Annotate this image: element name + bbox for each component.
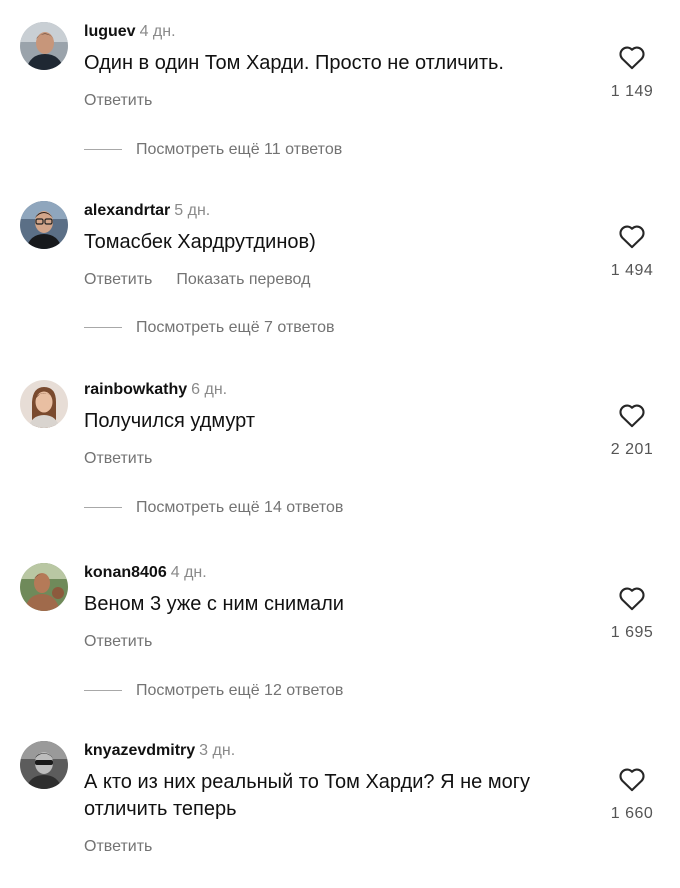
avatar[interactable] (20, 22, 68, 70)
view-replies[interactable]: Посмотреть ещё 14 ответов (84, 498, 343, 518)
heart-outline-icon[interactable] (618, 585, 646, 611)
like-block: 1 494 (602, 223, 662, 281)
username[interactable]: konan8406 (84, 564, 167, 581)
comment-text: Томасбек Хардрутдинов) (84, 231, 316, 253)
man-in-dark-shirt-avatar-icon (20, 22, 68, 70)
show-translation-button[interactable]: Показать перевод (176, 271, 310, 288)
reply-button[interactable]: Ответить (84, 271, 152, 288)
comment-text: Один в один Том Харди. Просто не отличит… (84, 52, 504, 74)
divider-line (84, 690, 122, 692)
heart-outline-icon[interactable] (618, 223, 646, 249)
timestamp: 5 дн. (174, 202, 211, 219)
woman-with-long-hair-avatar-icon (20, 380, 68, 428)
timestamp: 4 дн. (139, 23, 176, 40)
comment-text: Получился удмурт (84, 410, 255, 432)
divider-line (84, 149, 122, 151)
avatar[interactable] (20, 741, 68, 789)
avatar[interactable] (20, 563, 68, 611)
avatar[interactable] (20, 201, 68, 249)
comment-actions: Ответить Показать перевод (84, 270, 310, 290)
comment-meta: alexandrtar 5 дн. (84, 201, 210, 221)
reply-button[interactable]: Ответить (84, 633, 152, 650)
comment-text: Веном 3 уже с ним снимали (84, 593, 344, 615)
avatar[interactable] (20, 380, 68, 428)
heart-outline-icon[interactable] (618, 44, 646, 70)
comment-actions: Ответить (84, 632, 152, 652)
view-replies-label[interactable]: Посмотреть ещё 7 ответов (136, 319, 335, 336)
heart-outline-icon[interactable] (618, 766, 646, 792)
view-replies[interactable]: Посмотреть ещё 11 ответов (84, 140, 342, 160)
comment-meta: konan8406 4 дн. (84, 563, 207, 583)
man-in-sunglasses-avatar-icon (20, 741, 68, 789)
timestamp: 6 дн. (191, 381, 228, 398)
view-replies-label[interactable]: Посмотреть ещё 14 ответов (136, 499, 343, 516)
like-count: 1 494 (610, 262, 654, 279)
reply-button[interactable]: Ответить (84, 838, 152, 855)
username[interactable]: alexandrtar (84, 202, 170, 219)
like-block: 2 201 (602, 402, 662, 460)
username[interactable]: knyazevdmitry (84, 742, 195, 759)
heart-outline-icon[interactable] (618, 402, 646, 428)
like-block: 1 660 (602, 766, 662, 824)
view-replies[interactable]: Посмотреть ещё 7 ответов (84, 318, 335, 338)
like-block: 1 149 (602, 44, 662, 102)
like-block: 1 695 (602, 585, 662, 643)
reply-button[interactable]: Ответить (84, 92, 152, 109)
man-outdoors-avatar-icon (20, 563, 68, 611)
comment-meta: luguev 4 дн. (84, 22, 176, 42)
divider-line (84, 327, 122, 329)
comment-text: А кто из них реальный то Том Харди? Я не… (84, 771, 531, 820)
like-count: 1 660 (610, 805, 654, 822)
reply-button[interactable]: Ответить (84, 450, 152, 467)
username[interactable]: rainbowkathy (84, 381, 187, 398)
like-count: 1 695 (610, 624, 654, 641)
timestamp: 4 дн. (170, 564, 207, 581)
like-count: 1 149 (610, 83, 654, 100)
divider-line (84, 507, 122, 509)
view-replies-label[interactable]: Посмотреть ещё 12 ответов (136, 682, 343, 699)
comment-meta: knyazevdmitry 3 дн. (84, 741, 235, 761)
comment-meta: rainbowkathy 6 дн. (84, 380, 227, 400)
username[interactable]: luguev (84, 23, 136, 40)
comment-actions: Ответить (84, 91, 152, 111)
man-with-glasses-avatar-icon (20, 201, 68, 249)
like-count: 2 201 (610, 441, 654, 458)
timestamp: 3 дн. (199, 742, 236, 759)
view-replies-label[interactable]: Посмотреть ещё 11 ответов (136, 141, 342, 158)
comment-actions: Ответить (84, 837, 152, 857)
comment-actions: Ответить (84, 449, 152, 469)
view-replies[interactable]: Посмотреть ещё 12 ответов (84, 681, 343, 701)
